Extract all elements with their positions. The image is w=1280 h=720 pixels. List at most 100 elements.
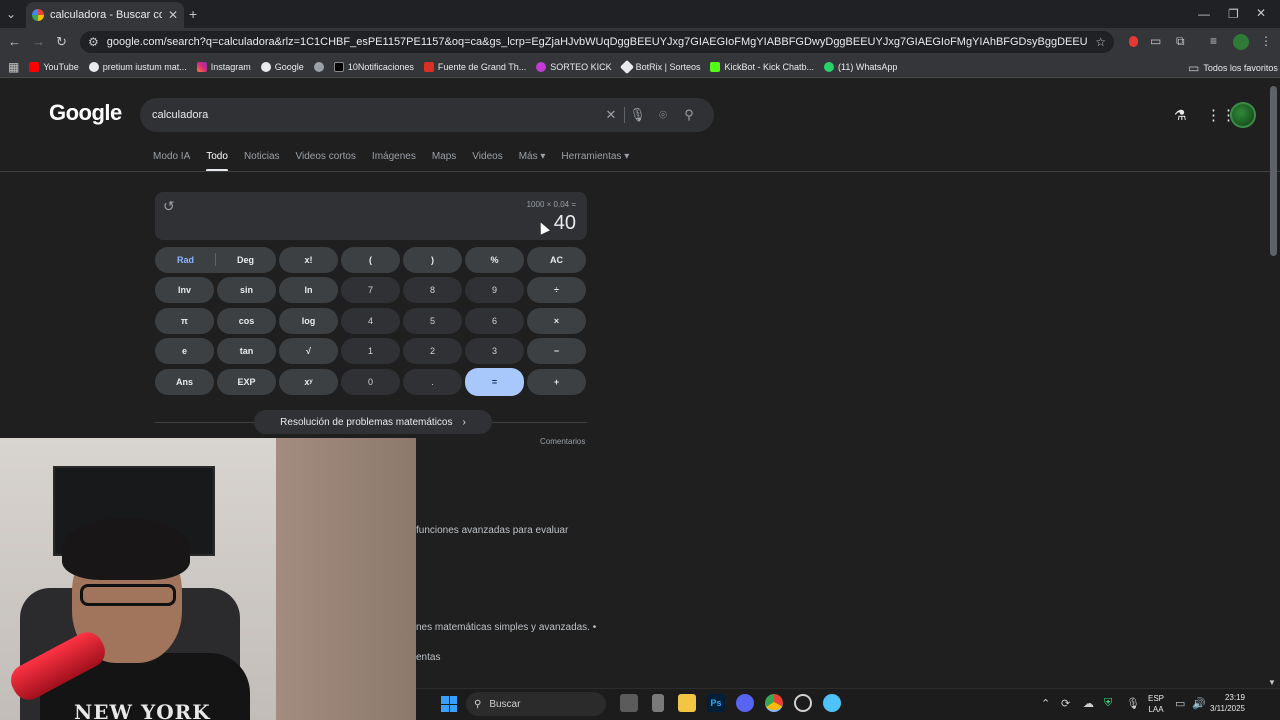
- ln-key[interactable]: ln: [279, 277, 338, 303]
- site-info-icon[interactable]: ⚙: [88, 35, 99, 49]
- all-clear-key[interactable]: AC: [527, 247, 586, 273]
- scroll-down-icon[interactable]: ▼: [1268, 678, 1276, 687]
- file-explorer-icon[interactable]: [678, 694, 696, 712]
- tray-shield-icon[interactable]: ⛨: [1104, 697, 1112, 710]
- open-paren-key[interactable]: (: [341, 247, 400, 273]
- taskbar-search[interactable]: ⚲ Buscar: [466, 692, 606, 716]
- clear-icon[interactable]: ✕: [598, 107, 624, 123]
- tab-calculadora[interactable]: calculadora - Buscar con Google ✕: [26, 2, 184, 28]
- math-solver-button[interactable]: Resolución de problemas matemáticos ›: [254, 410, 492, 434]
- rad-button[interactable]: Rad: [177, 255, 194, 265]
- equals-key[interactable]: =: [465, 368, 524, 396]
- digit-2-key[interactable]: 2: [403, 338, 462, 364]
- tab-search-icon[interactable]: ⌄: [6, 7, 16, 21]
- digit-1-key[interactable]: 1: [341, 338, 400, 364]
- bookmark-pretium[interactable]: pretium iustum mat...: [88, 61, 187, 72]
- google-logo[interactable]: Google: [49, 100, 122, 126]
- tab-todo[interactable]: Todo: [206, 151, 228, 172]
- sin-key[interactable]: sin: [217, 277, 276, 303]
- tray-overflow-icon[interactable]: ⌃: [1041, 697, 1050, 710]
- avatar[interactable]: [1230, 102, 1256, 128]
- labs-flask-icon[interactable]: ⚗: [1174, 107, 1187, 124]
- microphone-icon[interactable]: 🎙: [1126, 697, 1140, 710]
- bookmark-globe[interactable]: [313, 61, 324, 72]
- e-key[interactable]: e: [155, 338, 214, 364]
- exp-key[interactable]: EXP: [217, 369, 276, 395]
- tan-key[interactable]: tan: [217, 338, 276, 364]
- digit-4-key[interactable]: 4: [341, 308, 400, 334]
- chrome-icon[interactable]: [765, 694, 783, 712]
- file-icon[interactable]: [652, 694, 664, 712]
- tab-mas[interactable]: Más ▾: [519, 151, 546, 172]
- power-key[interactable]: xʸ: [279, 369, 338, 395]
- bookmark-sorteo-kick[interactable]: SORTEO KICK: [536, 61, 612, 72]
- cos-key[interactable]: cos: [217, 308, 276, 334]
- windows-start-icon[interactable]: [441, 696, 457, 712]
- tab-imagenes[interactable]: Imágenes: [372, 151, 416, 172]
- percent-key[interactable]: %: [465, 247, 524, 273]
- bookmark-youtube[interactable]: YouTube: [29, 61, 79, 72]
- bookmark-kickbot[interactable]: KickBot - Kick Chatb...: [710, 61, 814, 72]
- digit-0-key[interactable]: 0: [341, 369, 400, 395]
- tab-videos[interactable]: Videos: [472, 151, 502, 172]
- extension-icon[interactable]: [1129, 36, 1138, 47]
- log-key[interactable]: log: [279, 308, 338, 334]
- all-bookmarks[interactable]: ▭ Todos los favoritos: [1188, 61, 1278, 75]
- tray-sync-icon[interactable]: ⟳: [1061, 697, 1070, 710]
- tab-noticias[interactable]: Noticias: [244, 151, 280, 172]
- forward-icon[interactable]: →: [32, 34, 45, 49]
- deg-button[interactable]: Deg: [237, 255, 254, 265]
- extensions-puzzle-icon[interactable]: ⧉: [1176, 34, 1185, 49]
- address-bar[interactable]: ⚙ google.com/search?q=calculadora&rlz=1C…: [80, 31, 1114, 53]
- network-icon[interactable]: ▭: [1175, 697, 1185, 710]
- minus-key[interactable]: −: [527, 338, 586, 364]
- extension-2-icon[interactable]: ▭: [1150, 34, 1161, 48]
- sqrt-key[interactable]: √: [279, 338, 338, 364]
- ans-key[interactable]: Ans: [155, 369, 214, 395]
- search-input[interactable]: calculadora: [152, 109, 598, 121]
- restore-icon[interactable]: ❐: [1228, 7, 1239, 21]
- voice-search-icon[interactable]: 🎙: [624, 107, 650, 123]
- decimal-key[interactable]: .: [403, 369, 462, 395]
- menu-icon[interactable]: ⋮: [1260, 34, 1272, 48]
- lens-icon[interactable]: ⌾: [650, 107, 676, 123]
- language-indicator[interactable]: ESP LAA: [1148, 693, 1164, 715]
- bookmark-whatsapp[interactable]: (11) WhatsApp: [824, 61, 897, 72]
- multiply-key[interactable]: ×: [527, 308, 586, 334]
- tab-herramientas[interactable]: Herramientas ▾: [561, 151, 629, 172]
- bookmark-font[interactable]: Fuente de Grand Th...: [423, 61, 526, 72]
- media-icon[interactable]: ≡: [1210, 34, 1217, 48]
- reload-icon[interactable]: ↻: [56, 34, 67, 50]
- back-icon[interactable]: ←: [8, 34, 21, 49]
- volume-icon[interactable]: 🔊: [1192, 697, 1206, 710]
- bookmark-instagram[interactable]: Instagram: [196, 61, 251, 72]
- digit-3-key[interactable]: 3: [465, 338, 524, 364]
- bookmark-google[interactable]: Google: [260, 61, 304, 72]
- photoshop-icon[interactable]: Ps: [707, 694, 725, 712]
- digit-8-key[interactable]: 8: [403, 277, 462, 303]
- close-tab-icon[interactable]: ✕: [168, 8, 178, 22]
- app-icon[interactable]: [794, 694, 812, 712]
- inv-key[interactable]: Inv: [155, 277, 214, 303]
- system-clock[interactable]: 23:19 3/11/2025: [1210, 692, 1245, 714]
- divide-key[interactable]: ÷: [527, 277, 586, 303]
- plus-key[interactable]: +: [527, 369, 586, 395]
- profile-icon[interactable]: [1233, 34, 1249, 50]
- onedrive-icon[interactable]: ☁: [1083, 697, 1094, 710]
- close-paren-key[interactable]: ): [403, 247, 462, 273]
- tab-maps[interactable]: Maps: [432, 151, 456, 172]
- digit-7-key[interactable]: 7: [341, 277, 400, 303]
- page-scrollbar[interactable]: [1270, 86, 1277, 256]
- bookmark-x[interactable]: 10Notificaciones: [333, 61, 414, 72]
- digit-5-key[interactable]: 5: [403, 308, 462, 334]
- bookmark-botrix[interactable]: BotRix | Sorteos: [619, 59, 700, 74]
- digit-6-key[interactable]: 6: [465, 308, 524, 334]
- factorial-key[interactable]: x!: [279, 247, 338, 273]
- pi-key[interactable]: π: [155, 308, 214, 334]
- close-window-icon[interactable]: ✕: [1256, 6, 1266, 20]
- history-icon[interactable]: ↺: [163, 198, 175, 215]
- apps-grid-icon[interactable]: ▦: [8, 60, 19, 74]
- bookmark-star-icon[interactable]: ☆: [1095, 35, 1106, 49]
- digit-9-key[interactable]: 9: [465, 277, 524, 303]
- tab-modo-ia[interactable]: Modo IA: [153, 151, 190, 172]
